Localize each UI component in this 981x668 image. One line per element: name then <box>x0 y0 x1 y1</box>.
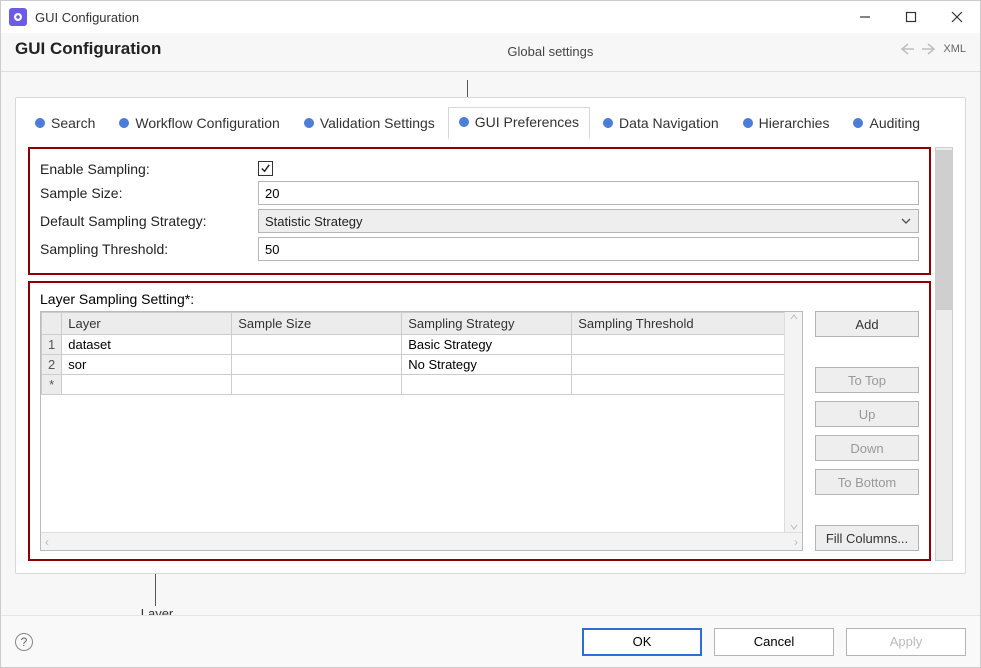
page-title: GUI Configuration <box>15 39 161 59</box>
enable-sampling-checkbox[interactable] <box>258 161 273 176</box>
up-button[interactable]: Up <box>815 401 919 427</box>
tab-label: GUI Preferences <box>475 114 579 130</box>
close-button[interactable] <box>934 1 980 33</box>
radio-icon <box>743 118 753 128</box>
radio-icon <box>853 118 863 128</box>
caption-connector-bottom <box>155 574 966 606</box>
help-icon[interactable]: ? <box>15 633 33 651</box>
to-top-button[interactable]: To Top <box>815 367 919 393</box>
tab-label: Search <box>51 115 95 131</box>
table-row[interactable]: 1 dataset Basic Strategy <box>42 335 802 355</box>
nav-back-icon[interactable] <box>899 42 915 56</box>
cancel-button[interactable]: Cancel <box>714 628 834 656</box>
titlebar: GUI Configuration <box>1 1 980 33</box>
nav-forward-icon[interactable] <box>921 42 937 56</box>
tab-gui-preferences[interactable]: GUI Preferences <box>448 107 590 140</box>
chevron-down-icon <box>900 215 912 227</box>
tab-label: Hierarchies <box>759 115 830 131</box>
layer-grid[interactable]: Layer Sample Size Sampling Strategy Samp… <box>40 311 803 551</box>
table-row[interactable]: 2 sor No Strategy <box>42 355 802 375</box>
grid-horizontal-scrollbar[interactable]: ‹ › <box>41 532 802 550</box>
sample-size-label: Sample Size: <box>40 185 258 201</box>
sampling-threshold-input[interactable] <box>258 237 919 261</box>
maximize-button[interactable] <box>888 1 934 33</box>
col-rownum[interactable] <box>42 313 62 335</box>
header: GUI Configuration Global settings XML <box>1 33 980 72</box>
down-button[interactable]: Down <box>815 435 919 461</box>
grid-vertical-scrollbar[interactable] <box>784 312 802 532</box>
body: Search Workflow Configuration Validation… <box>1 72 980 615</box>
add-button[interactable]: Add <box>815 311 919 337</box>
table-row[interactable]: * <box>42 375 802 395</box>
tab-label: Workflow Configuration <box>135 115 279 131</box>
col-threshold[interactable]: Sampling Threshold <box>572 313 802 335</box>
tab-validation-settings[interactable]: Validation Settings <box>293 108 446 139</box>
window-title: GUI Configuration <box>35 10 139 25</box>
global-settings-group: Enable Sampling: Sample Size: <box>28 147 931 275</box>
tab-auditing[interactable]: Auditing <box>842 108 931 139</box>
minimize-button[interactable] <box>842 1 888 33</box>
col-sample-size[interactable]: Sample Size <box>232 313 402 335</box>
ok-button[interactable]: OK <box>582 628 702 656</box>
tab-caption-label: Global settings <box>201 44 899 59</box>
apply-button[interactable]: Apply <box>846 628 966 656</box>
fill-columns-button[interactable]: Fill Columns... <box>815 525 919 551</box>
layer-settings-title: Layer Sampling Setting*: <box>40 291 919 307</box>
scroll-right-icon: › <box>794 535 798 549</box>
default-strategy-label: Default Sampling Strategy: <box>40 213 258 229</box>
window-root: GUI Configuration GUI Configuration Glob… <box>0 0 981 668</box>
tab-label: Data Navigation <box>619 115 719 131</box>
scroll-left-icon: ‹ <box>45 535 49 549</box>
radio-icon <box>603 118 613 128</box>
tabs-row: Search Workflow Configuration Validation… <box>16 98 965 139</box>
scrollbar-thumb[interactable] <box>936 150 952 310</box>
layer-caption: Layer settings <box>117 606 197 615</box>
radio-icon <box>35 118 45 128</box>
tabs-panel: Search Workflow Configuration Validation… <box>15 97 966 574</box>
col-strategy[interactable]: Sampling Strategy <box>402 313 572 335</box>
tab-label: Validation Settings <box>320 115 435 131</box>
panel-vertical-scrollbar[interactable] <box>935 147 953 561</box>
tab-label: Auditing <box>869 115 920 131</box>
col-layer[interactable]: Layer <box>62 313 232 335</box>
tab-workflow-configuration[interactable]: Workflow Configuration <box>108 108 290 139</box>
tab-data-navigation[interactable]: Data Navigation <box>592 108 730 139</box>
tab-search[interactable]: Search <box>24 108 106 139</box>
tab-hierarchies[interactable]: Hierarchies <box>732 108 841 139</box>
caption-connector-top <box>467 80 966 98</box>
sampling-threshold-label: Sampling Threshold: <box>40 241 258 257</box>
app-icon <box>9 8 27 26</box>
scroll-down-icon <box>789 522 799 532</box>
footer: ? OK Cancel Apply <box>1 615 980 667</box>
layer-settings-group: Layer Sampling Setting*: Layer <box>28 281 931 561</box>
enable-sampling-label: Enable Sampling: <box>40 161 258 177</box>
sample-size-input[interactable] <box>258 181 919 205</box>
select-value: Statistic Strategy <box>265 214 363 229</box>
scroll-up-icon <box>789 312 799 322</box>
default-strategy-select[interactable]: Statistic Strategy <box>258 209 919 233</box>
radio-icon <box>119 118 129 128</box>
xml-toggle[interactable]: XML <box>943 43 966 55</box>
radio-icon <box>304 118 314 128</box>
radio-icon <box>459 117 469 127</box>
to-bottom-button[interactable]: To Bottom <box>815 469 919 495</box>
layer-button-column: Add To Top Up Down To Bottom Fill Column… <box>815 311 919 551</box>
